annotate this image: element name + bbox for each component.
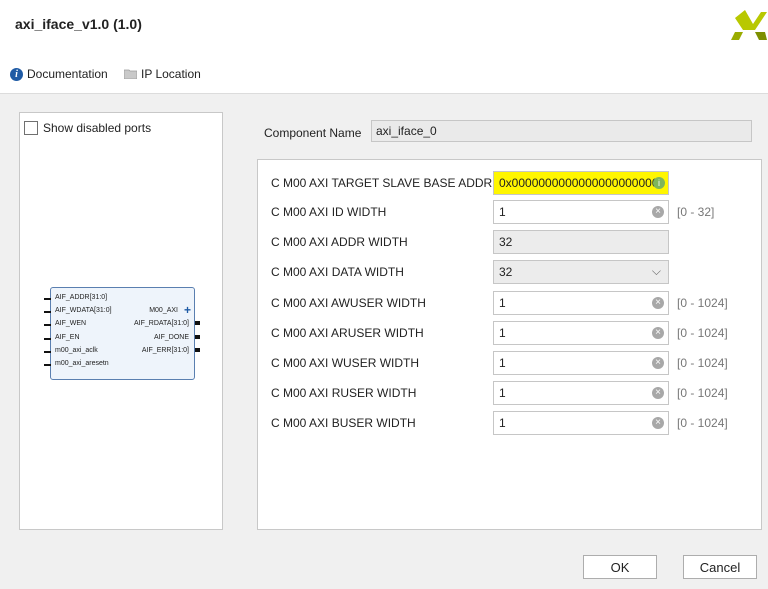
port-pin [44,351,51,353]
param-row: C M00 AXI AWUSER WIDTH 1 × [0 - 1024] [258,291,761,315]
port-label: AIF_RDATA[31:0] [134,320,189,327]
valid-icon: i [653,177,665,189]
parameters-panel: C M00 AXI TARGET SLAVE BASE ADDR 0x00000… [257,159,762,530]
param-row: C M00 AXI TARGET SLAVE BASE ADDR 0x00000… [258,171,761,195]
range-label: [0 - 1024] [677,326,728,340]
param-row: C M00 AXI ARUSER WIDTH 1 × [0 - 1024] [258,321,761,345]
range-label: [0 - 32] [677,205,715,219]
xilinx-logo [731,10,767,40]
port-label: m00_axi_aclk [55,347,98,354]
buser-width-field[interactable]: 1 × [493,411,669,435]
dialog-header: axi_iface_v1.0 (1.0) [0,0,768,52]
port-label: m00_axi_aresetn [55,360,109,367]
range-label: [0 - 1024] [677,356,728,370]
port-label: AIF_ERR[31:0] [141,347,189,354]
dialog-title: axi_iface_v1.0 (1.0) [15,16,142,32]
clear-icon[interactable]: × [652,417,664,429]
port-label: AIF_WDATA[31:0] [55,307,112,314]
clear-icon[interactable]: × [652,327,664,339]
param-row: C M00 AXI WUSER WIDTH 1 × [0 - 1024] [258,351,761,375]
aruser-width-field[interactable]: 1 × [493,321,669,345]
param-row: C M00 AXI ADDR WIDTH 32 [258,230,761,254]
port-pin [44,338,51,340]
param-label: C M00 AXI ARUSER WIDTH [271,326,424,340]
param-row: C M00 AXI RUSER WIDTH 1 × [0 - 1024] [258,381,761,405]
param-row: C M00 AXI DATA WIDTH 32 ⌵ [258,260,761,284]
show-disabled-ports-checkbox[interactable]: Show disabled ports [24,121,151,135]
param-label: C M00 AXI BUSER WIDTH [271,416,416,430]
folder-icon [124,69,137,79]
documentation-menu[interactable]: i Documentation [10,67,108,81]
id-width-field[interactable]: 1 × [493,200,669,224]
wuser-width-field[interactable]: 1 × [493,351,669,375]
param-label: C M00 AXI ID WIDTH [271,205,387,219]
ip-location-label: IP Location [141,67,201,81]
ip-location-button[interactable]: IP Location [124,67,201,81]
port-pin [44,364,51,366]
range-label: [0 - 1024] [677,386,728,400]
symbol-panel: Show disabled ports AIF_ADDR[31:0] AIF_W… [19,112,223,530]
port-pin [44,298,51,300]
param-label: C M00 AXI AWUSER WIDTH [271,296,426,310]
port-label: M00_AXI [149,307,178,314]
port-pin [195,335,200,339]
clear-icon[interactable]: × [652,387,664,399]
param-row: C M00 AXI ID WIDTH 1 × [0 - 32] [258,200,761,224]
clear-icon[interactable]: × [652,297,664,309]
toolbar: i Documentation IP Location [0,52,768,94]
field-value: 32 [499,235,513,249]
field-value: 0x0000000000000000000000 [499,176,659,190]
port-pin [44,311,51,313]
port-label: AIF_WEN [55,320,87,327]
field-value: 32 [499,265,513,279]
component-name-field[interactable]: axi_iface_0 [371,120,752,142]
param-label: C M00 AXI TARGET SLAVE BASE ADDR [271,176,493,190]
range-label: [0 - 1024] [677,296,728,310]
param-label: C M00 AXI WUSER WIDTH [271,356,420,370]
field-value: 1 [499,386,506,400]
param-label: C M00 AXI DATA WIDTH [271,265,404,279]
base-addr-field[interactable]: 0x0000000000000000000000 i [493,171,669,195]
port-pin [44,324,51,326]
param-label: C M00 AXI RUSER WIDTH [271,386,417,400]
addr-width-field: 32 [493,230,669,254]
port-pin [195,348,200,352]
field-value: 1 [499,296,506,310]
documentation-label: Documentation [27,67,108,81]
checkbox-box[interactable] [24,121,38,135]
awuser-width-field[interactable]: 1 × [493,291,669,315]
port-label: AIF_DONE [153,334,189,341]
range-label: [0 - 1024] [677,416,728,430]
port-label: AIF_ADDR[31:0] [55,294,108,301]
ruser-width-field[interactable]: 1 × [493,381,669,405]
cancel-button[interactable]: Cancel [683,555,757,579]
field-value: 1 [499,326,506,340]
show-disabled-ports-label: Show disabled ports [43,121,152,135]
field-value: 1 [499,416,506,430]
port-label: AIF_EN [55,334,80,341]
port-pin [195,321,200,325]
ok-button[interactable]: OK [583,555,657,579]
data-width-select[interactable]: 32 ⌵ [493,260,669,284]
field-value: 1 [499,356,506,370]
param-label: C M00 AXI ADDR WIDTH [271,235,408,249]
param-row: C M00 AXI BUSER WIDTH 1 × [0 - 1024] [258,411,761,435]
field-value: 1 [499,205,506,219]
ip-block-symbol[interactable]: AIF_ADDR[31:0] AIF_WDATA[31:0] AIF_WEN A… [44,287,200,380]
plus-icon[interactable]: + [184,304,191,316]
clear-icon[interactable]: × [652,206,664,218]
chevron-down-icon[interactable]: ⌵ [652,264,661,279]
clear-icon[interactable]: × [652,357,664,369]
component-name-label: Component Name [264,126,362,140]
info-icon: i [10,67,23,81]
